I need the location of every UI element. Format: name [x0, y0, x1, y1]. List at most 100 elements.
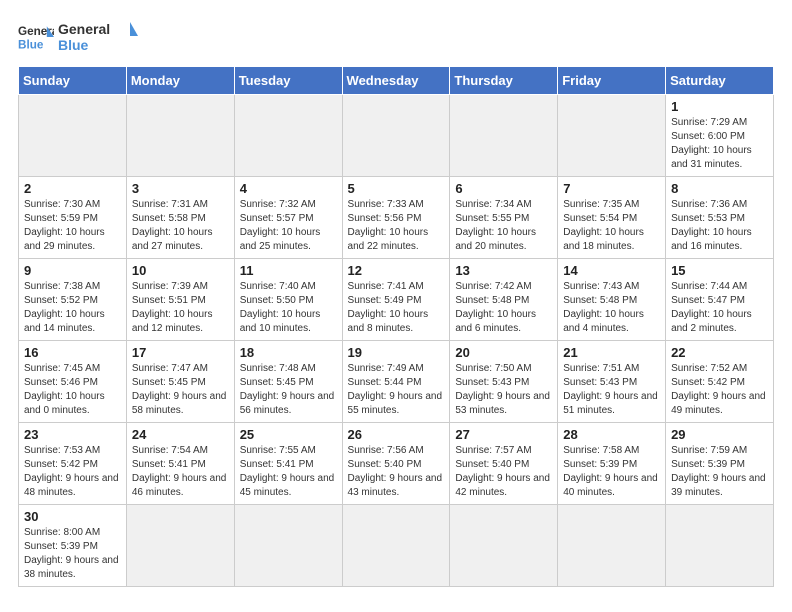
day-info: Sunrise: 7:31 AM Sunset: 5:58 PM Dayligh…	[132, 198, 229, 254]
day-info: Sunrise: 7:52 AM Sunset: 5:42 PM Dayligh…	[671, 362, 768, 418]
column-header-monday: Monday	[126, 67, 234, 95]
calendar-cell: 19Sunrise: 7:49 AM Sunset: 5:44 PM Dayli…	[342, 341, 450, 423]
day-number: 16	[24, 345, 121, 360]
calendar-cell	[126, 505, 234, 587]
calendar-cell: 16Sunrise: 7:45 AM Sunset: 5:46 PM Dayli…	[19, 341, 127, 423]
logo-svg: General Blue	[58, 18, 138, 56]
calendar-cell	[342, 505, 450, 587]
day-info: Sunrise: 7:47 AM Sunset: 5:45 PM Dayligh…	[132, 362, 229, 418]
calendar-cell	[342, 95, 450, 177]
calendar-cell	[450, 505, 558, 587]
calendar-week-4: 16Sunrise: 7:45 AM Sunset: 5:46 PM Dayli…	[19, 341, 774, 423]
calendar-cell: 10Sunrise: 7:39 AM Sunset: 5:51 PM Dayli…	[126, 259, 234, 341]
day-info: Sunrise: 7:33 AM Sunset: 5:56 PM Dayligh…	[348, 198, 445, 254]
day-info: Sunrise: 7:58 AM Sunset: 5:39 PM Dayligh…	[563, 444, 660, 500]
day-number: 20	[455, 345, 552, 360]
day-number: 11	[240, 263, 337, 278]
calendar-cell	[126, 95, 234, 177]
calendar-cell	[558, 95, 666, 177]
calendar-cell: 22 Sunrise: 7:52 AM Sunset: 5:42 PM Dayli…	[666, 341, 774, 423]
calendar-week-2: 2 Sunrise: 7:30 AM Sunset: 5:59 PM Daylig…	[19, 177, 774, 259]
day-number: 7	[563, 181, 660, 196]
day-info: Sunrise: 7:39 AM Sunset: 5:51 PM Dayligh…	[132, 280, 229, 336]
day-info: Sunrise: 7:32 AM Sunset: 5:57 PM Dayligh…	[240, 198, 337, 254]
logo: General Blue General Blue	[18, 18, 138, 56]
calendar-cell: 28 Sunrise: 7:58 AM Sunset: 5:39 PM Dayli…	[558, 423, 666, 505]
day-number: 6	[455, 181, 552, 196]
day-info: Sunrise: 7:30 AM Sunset: 5:59 PM Dayligh…	[24, 198, 121, 254]
calendar-cell: 21Sunrise: 7:51 AM Sunset: 5:43 PM Dayli…	[558, 341, 666, 423]
calendar-cell: 5 Sunrise: 7:33 AM Sunset: 5:56 PM Daylig…	[342, 177, 450, 259]
day-number: 9	[24, 263, 121, 278]
calendar-cell: 18 Sunrise: 7:48 AM Sunset: 5:45 PM Dayli…	[234, 341, 342, 423]
day-info: Sunrise: 7:44 AM Sunset: 5:47 PM Dayligh…	[671, 280, 768, 336]
day-info: Sunrise: 7:57 AM Sunset: 5:40 PM Dayligh…	[455, 444, 552, 500]
day-number: 21	[563, 345, 660, 360]
day-number: 22	[671, 345, 768, 360]
calendar-cell: 15 Sunrise: 7:44 AM Sunset: 5:47 PM Dayli…	[666, 259, 774, 341]
calendar-table: SundayMondayTuesdayWednesdayThursdayFrid…	[18, 66, 774, 587]
calendar-cell: 23Sunrise: 7:53 AM Sunset: 5:42 PM Dayli…	[19, 423, 127, 505]
svg-text:General: General	[58, 21, 110, 37]
calendar-cell: 13Sunrise: 7:42 AM Sunset: 5:48 PM Dayli…	[450, 259, 558, 341]
calendar-cell: 6Sunrise: 7:34 AM Sunset: 5:55 PM Daylig…	[450, 177, 558, 259]
logo-icon: General Blue	[18, 19, 54, 55]
day-number: 4	[240, 181, 337, 196]
day-info: Sunrise: 7:55 AM Sunset: 5:41 PM Dayligh…	[240, 444, 337, 500]
day-number: 2	[24, 181, 121, 196]
day-number: 15	[671, 263, 768, 278]
calendar-week-6: 30Sunrise: 8:00 AM Sunset: 5:39 PM Dayli…	[19, 505, 774, 587]
calendar-week-5: 23Sunrise: 7:53 AM Sunset: 5:42 PM Dayli…	[19, 423, 774, 505]
calendar-cell: 30Sunrise: 8:00 AM Sunset: 5:39 PM Dayli…	[19, 505, 127, 587]
column-header-wednesday: Wednesday	[342, 67, 450, 95]
day-info: Sunrise: 7:48 AM Sunset: 5:45 PM Dayligh…	[240, 362, 337, 418]
calendar-cell: 17 Sunrise: 7:47 AM Sunset: 5:45 PM Dayli…	[126, 341, 234, 423]
calendar-cell: 25Sunrise: 7:55 AM Sunset: 5:41 PM Dayli…	[234, 423, 342, 505]
day-info: Sunrise: 7:29 AM Sunset: 6:00 PM Dayligh…	[671, 116, 768, 172]
calendar-cell	[19, 95, 127, 177]
calendar-cell: 9 Sunrise: 7:38 AM Sunset: 5:52 PM Daylig…	[19, 259, 127, 341]
day-info: Sunrise: 7:40 AM Sunset: 5:50 PM Dayligh…	[240, 280, 337, 336]
calendar-header-row: SundayMondayTuesdayWednesdayThursdayFrid…	[19, 67, 774, 95]
day-info: Sunrise: 7:54 AM Sunset: 5:41 PM Dayligh…	[132, 444, 229, 500]
calendar-cell: 29Sunrise: 7:59 AM Sunset: 5:39 PM Dayli…	[666, 423, 774, 505]
day-number: 5	[348, 181, 445, 196]
calendar-cell: 8Sunrise: 7:36 AM Sunset: 5:53 PM Daylig…	[666, 177, 774, 259]
calendar-cell: 1 Sunrise: 7:29 AM Sunset: 6:00 PM Daylig…	[666, 95, 774, 177]
day-number: 14	[563, 263, 660, 278]
day-number: 3	[132, 181, 229, 196]
calendar-cell: 20Sunrise: 7:50 AM Sunset: 5:43 PM Dayli…	[450, 341, 558, 423]
day-number: 17	[132, 345, 229, 360]
day-number: 30	[24, 509, 121, 524]
day-number: 28	[563, 427, 660, 442]
calendar-cell	[234, 95, 342, 177]
calendar-cell: 4 Sunrise: 7:32 AM Sunset: 5:57 PM Daylig…	[234, 177, 342, 259]
calendar-cell: 3 Sunrise: 7:31 AM Sunset: 5:58 PM Daylig…	[126, 177, 234, 259]
day-info: Sunrise: 7:38 AM Sunset: 5:52 PM Dayligh…	[24, 280, 121, 336]
day-number: 26	[348, 427, 445, 442]
calendar-cell	[666, 505, 774, 587]
day-info: Sunrise: 7:35 AM Sunset: 5:54 PM Dayligh…	[563, 198, 660, 254]
day-number: 24	[132, 427, 229, 442]
calendar-cell: 14 Sunrise: 7:43 AM Sunset: 5:48 PM Dayli…	[558, 259, 666, 341]
day-number: 18	[240, 345, 337, 360]
day-info: Sunrise: 7:36 AM Sunset: 5:53 PM Dayligh…	[671, 198, 768, 254]
day-info: Sunrise: 7:53 AM Sunset: 5:42 PM Dayligh…	[24, 444, 121, 500]
calendar-cell: 7 Sunrise: 7:35 AM Sunset: 5:54 PM Daylig…	[558, 177, 666, 259]
calendar-cell: 24 Sunrise: 7:54 AM Sunset: 5:41 PM Dayli…	[126, 423, 234, 505]
day-number: 13	[455, 263, 552, 278]
calendar-cell: 2 Sunrise: 7:30 AM Sunset: 5:59 PM Daylig…	[19, 177, 127, 259]
calendar-cell	[450, 95, 558, 177]
day-number: 1	[671, 99, 768, 114]
calendar-cell: 26 Sunrise: 7:56 AM Sunset: 5:40 PM Dayli…	[342, 423, 450, 505]
column-header-sunday: Sunday	[19, 67, 127, 95]
calendar-body: 1 Sunrise: 7:29 AM Sunset: 6:00 PM Daylig…	[19, 95, 774, 587]
day-info: Sunrise: 7:43 AM Sunset: 5:48 PM Dayligh…	[563, 280, 660, 336]
column-header-friday: Friday	[558, 67, 666, 95]
day-info: Sunrise: 7:56 AM Sunset: 5:40 PM Dayligh…	[348, 444, 445, 500]
calendar-cell: 12Sunrise: 7:41 AM Sunset: 5:49 PM Dayli…	[342, 259, 450, 341]
calendar-cell	[234, 505, 342, 587]
calendar-week-3: 9 Sunrise: 7:38 AM Sunset: 5:52 PM Daylig…	[19, 259, 774, 341]
calendar-cell	[558, 505, 666, 587]
column-header-tuesday: Tuesday	[234, 67, 342, 95]
